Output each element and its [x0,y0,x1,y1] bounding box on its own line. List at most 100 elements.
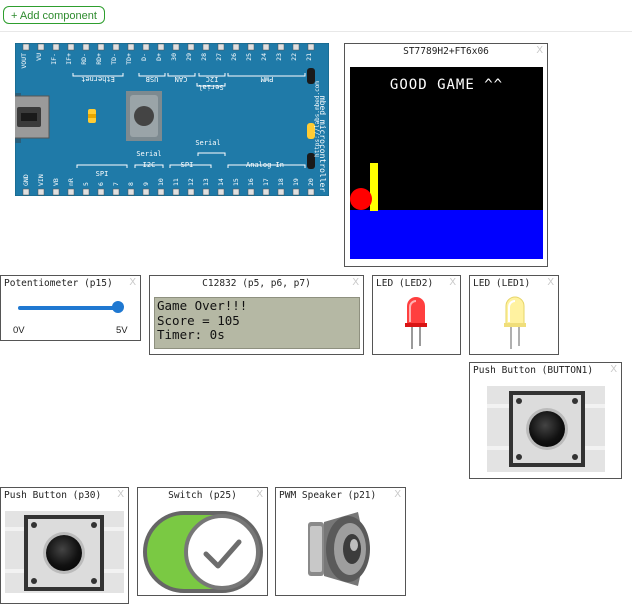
top-pin-label: 25 [245,53,253,61]
button1-cap[interactable] [529,411,565,447]
close-icon[interactable]: X [449,277,456,288]
switch-panel: Switch (p25) X [137,487,268,596]
top-pin-label: 27 [215,53,223,61]
bottom-pin-label: VIN [37,174,45,186]
top-pin [97,43,105,51]
close-icon[interactable]: X [394,489,401,500]
lcd-screen[interactable]: GOOD GAME ^^ [350,67,543,259]
top-pin [82,43,90,51]
potentiometer-slider-track[interactable] [18,306,118,310]
top-pin [217,43,225,51]
bottom-pin-label: 5 [82,182,90,186]
toggle-switch[interactable] [142,510,264,594]
bottom-pin [172,188,180,196]
bottom-pin [262,188,270,196]
potentiometer-title: Potentiometer (p15) [4,278,113,289]
bottom-pin [112,188,120,196]
bottom-pin-label: 18 [277,178,285,186]
c12832-panel: C12832 (p5, p6, p7) X Game Over!!! Score… [149,275,364,355]
bottom-pin-label: 17 [262,178,270,186]
top-pin [112,43,120,51]
top-pin [22,43,30,51]
close-icon[interactable]: X [610,364,617,375]
led1-title: LED (LED1) [473,278,531,289]
board-group-label: CAN [175,75,188,83]
button-p30-body [24,515,104,591]
close-icon[interactable]: X [547,277,554,288]
top-pin-label: 26 [230,53,238,61]
bottom-pin-label: 15 [232,178,240,186]
speaker-title: PWM Speaker (p21) [279,490,377,501]
top-pin-label: VOUT [20,53,28,69]
board-group-label: I2C [143,161,156,169]
board-group-label: Serial [136,150,161,158]
switch-title: Switch (p25) [168,490,237,501]
potentiometer-panel: Potentiometer (p15) X 0V 5V [0,275,141,341]
c12832-line-1: Game Over!!! [157,298,248,313]
c12832-line-3: Timer: 0s [157,327,225,342]
led1-panel: LED (LED1) X [469,275,559,355]
close-icon[interactable]: X [117,489,124,500]
top-pin-label: 23 [275,53,283,61]
bottom-pin [157,188,165,196]
bottom-pin [37,188,45,196]
bottom-pin [277,188,285,196]
top-pin-label: VU [35,53,43,61]
bottom-pin-label: 8 [127,182,135,186]
led2-title: LED (LED2) [376,278,434,289]
lcd-screen-text: GOOD GAME ^^ [389,77,504,93]
close-icon[interactable]: X [352,277,359,288]
button1-panel: Push Button (BUTTON1) X [469,362,622,479]
lcd-panel: ST7789H2+FT6x06 X GOOD GAME ^^ [344,43,548,267]
top-pin-label: 30 [170,53,178,61]
top-pin [277,43,285,51]
top-pin [37,43,45,51]
add-component-button[interactable]: + Add component [3,6,105,24]
button-p30-base [5,511,124,593]
bottom-pin [187,188,195,196]
potentiometer-max-label: 5V [116,325,128,336]
game-paddle [370,163,378,211]
top-pin [127,43,135,51]
board-group-label: SPI [181,161,194,169]
potentiometer-slider-thumb[interactable] [112,301,124,313]
bottom-pin [292,188,300,196]
bottom-pin-label: 16 [247,178,255,186]
game-ball [350,188,372,210]
bottom-pin-label: 12 [187,178,195,186]
bottom-pin-label: 10 [157,178,165,186]
top-pin [262,43,270,51]
button-p30-title: Push Button (p30) [4,490,102,501]
bottom-pin-label: 14 [217,178,225,186]
top-pin-label: D+ [155,53,163,61]
c12832-title: C12832 (p5, p6, p7) [202,278,311,289]
close-icon[interactable]: X [536,45,543,56]
speaker-panel: PWM Speaker (p21) X [275,487,406,596]
top-pin-label: 21 [305,53,313,61]
bottom-pin-label: 19 [292,178,300,186]
toolbar-divider [0,31,632,32]
top-pin-label: TD+ [125,53,133,65]
top-pin-label: 24 [260,53,268,61]
top-pin-label: 22 [290,53,298,61]
board-group-label: PWM [261,75,274,83]
mbed-board: VOUT VU IF- IF+ RD- RD+ TD- TD+ D- D+ 30 29 28 27 26 25… [15,43,329,196]
bottom-pin-label: 6 [97,182,105,186]
bottom-pin [82,188,90,196]
button-p30-cap[interactable] [46,535,82,571]
bottom-pin-label: VB [52,178,60,186]
top-pin-label: 28 [200,53,208,61]
bottom-pin-label: 11 [172,178,180,186]
reset-button[interactable] [134,106,154,126]
top-pin [67,43,75,51]
top-pin-label: TD- [110,53,118,65]
button1-body [509,391,585,467]
bottom-pin [202,188,210,196]
button-p30-panel: Push Button (p30) X [0,487,129,604]
bottom-pin-label: 9 [142,182,150,186]
top-pin [172,43,180,51]
close-icon[interactable]: X [129,277,136,288]
close-icon[interactable]: X [256,489,263,500]
bottom-pin [142,188,150,196]
bottom-pin [52,188,60,196]
